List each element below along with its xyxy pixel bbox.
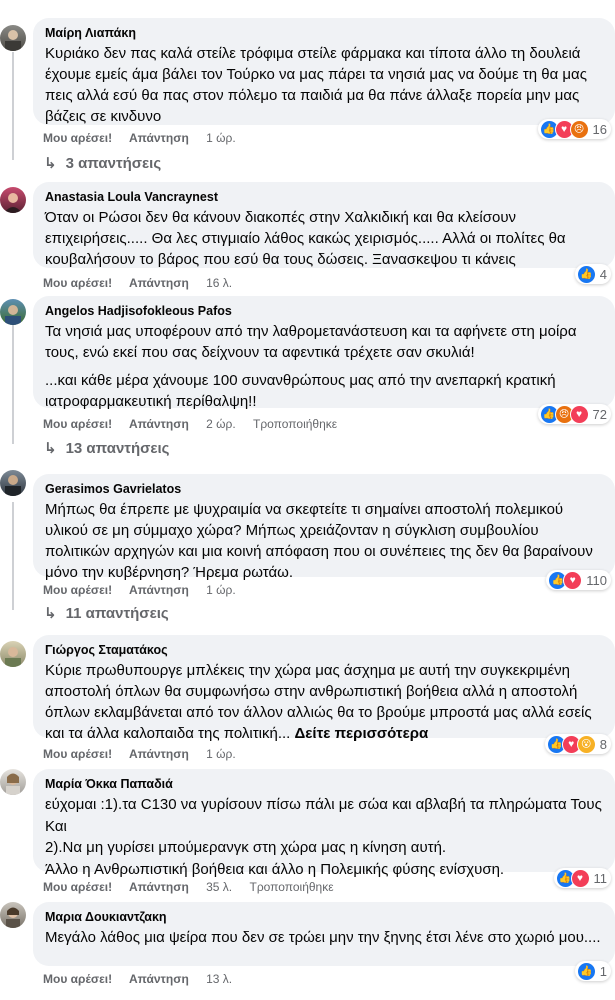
reaction-count: 1: [599, 963, 607, 979]
comment-text: εύχομαι :1).τα C130 να γυρίσουν πίσω πάλ…: [45, 796, 602, 878]
reaction-count: 16: [592, 121, 607, 137]
comment-bubble: Γιώργος Σταματάκος Κύριε πρωθυπουργε μπλ…: [33, 635, 615, 742]
comment-text: Όταν οι Ρώσοι δεν θα κάνουν διακοπές στη…: [45, 209, 566, 268]
replies-label: 3 απαντήσεις: [65, 154, 162, 172]
avatar[interactable]: [0, 769, 26, 795]
reaction-summary[interactable]: 👍 ♥ 😮 8: [544, 734, 611, 754]
reaction-summary[interactable]: 👍 4: [574, 264, 611, 284]
comment-author[interactable]: Μαίρη Λιαπάκη: [45, 25, 603, 41]
comment-actions: Μου αρέσει! Απάντηση 35 λ. Τροποποιήθηκε: [43, 880, 348, 894]
avatar[interactable]: [0, 470, 26, 496]
comment-time[interactable]: 1 ώρ.: [206, 583, 236, 597]
like-button[interactable]: Μου αρέσει!: [43, 972, 112, 986]
reaction-summary[interactable]: 👍 😠 ♥ 72: [537, 404, 611, 424]
like-button[interactable]: Μου αρέσει!: [43, 417, 112, 431]
comment-text: Μεγάλο λάθος μια ψείρα που δεν σε τρώει …: [45, 929, 601, 946]
comment-author[interactable]: Anastasia Loula Vancraynest: [45, 189, 603, 205]
thread-line: [12, 502, 14, 610]
comment-time[interactable]: 2 ώρ.: [206, 417, 236, 431]
reply-button[interactable]: Απάντηση: [129, 131, 189, 145]
reply-arrow-icon: ↳: [44, 605, 57, 622]
reply-arrow-icon: ↳: [44, 155, 57, 172]
comment-text: Κύριε πρωθυπουργε μπλέκεις την χώρα μας …: [45, 660, 603, 744]
comment-author[interactable]: Μαρια Δουκιαντζακη: [45, 909, 603, 925]
reaction-summary[interactable]: 👍 1: [574, 961, 611, 981]
comment-actions: Μου αρέσει! Απάντηση 1 ώρ.: [43, 747, 250, 761]
love-icon: ♥: [563, 570, 583, 590]
avatar[interactable]: [0, 25, 26, 51]
like-button[interactable]: Μου αρέσει!: [43, 583, 112, 597]
comment-bubble: Μαίρη Λιαπάκη Κυριάκο δεν πας καλά στείλ…: [33, 18, 615, 125]
reply-button[interactable]: Απάντηση: [129, 276, 189, 290]
comment-text: Κυριάκο δεν πας καλά στείλε τρόφιμα στεί…: [45, 45, 587, 125]
thread-line: [12, 324, 14, 444]
comment-actions: Μου αρέσει! Απάντηση 2 ώρ. Τροποποιήθηκε: [43, 417, 351, 431]
comment-time[interactable]: 35 λ.: [206, 880, 232, 894]
reply-button[interactable]: Απάντηση: [129, 972, 189, 986]
replies-label: 11 απαντήσεις: [65, 604, 169, 622]
comment-time[interactable]: 16 λ.: [206, 276, 232, 290]
reaction-count: 110: [586, 572, 607, 588]
reply-button[interactable]: Απάντηση: [129, 747, 189, 761]
comment-time[interactable]: 13 λ.: [206, 972, 232, 986]
like-button[interactable]: Μου αρέσει!: [43, 747, 112, 761]
comment-actions: Μου αρέσει! Απάντηση 1 ώρ.: [43, 583, 250, 597]
love-icon: ♥: [570, 868, 590, 888]
see-more-link[interactable]: Δείτε περισσότερα: [295, 725, 429, 742]
avatar[interactable]: [0, 299, 26, 325]
comment-actions: Μου αρέσει! Απάντηση 1 ώρ.: [43, 131, 250, 145]
view-replies-link[interactable]: ↳ 11 απαντήσεις: [44, 604, 169, 623]
comment-author[interactable]: Γιώργος Σταματάκος: [45, 642, 603, 658]
edited-label[interactable]: Τροποποιήθηκε: [253, 417, 337, 431]
reaction-count: 4: [599, 266, 607, 282]
edited-label[interactable]: Τροποποιήθηκε: [249, 880, 333, 894]
angry-icon: 😠: [569, 119, 589, 139]
comment-actions: Μου αρέσει! Απάντηση 13 λ.: [43, 972, 246, 986]
reply-arrow-icon: ↳: [44, 440, 57, 457]
comment-text: Τα νησιά μας υποφέρουν από την λαθρομετα…: [45, 323, 577, 361]
like-button[interactable]: Μου αρέσει!: [43, 131, 112, 145]
thread-line: [12, 52, 14, 160]
comment-actions: Μου αρέσει! Απάντηση 16 λ.: [43, 276, 246, 290]
reply-button[interactable]: Απάντηση: [129, 880, 189, 894]
like-button[interactable]: Μου αρέσει!: [43, 276, 112, 290]
comment-time[interactable]: 1 ώρ.: [206, 747, 236, 761]
avatar[interactable]: [0, 187, 26, 213]
comment-bubble: Μαρια Δουκιαντζακη Μεγάλο λάθος μια ψείρ…: [33, 902, 615, 966]
reaction-summary[interactable]: 👍 ♥ 110: [546, 570, 611, 590]
reply-button[interactable]: Απάντηση: [129, 417, 189, 431]
reaction-summary[interactable]: 👍 ♥ 11: [553, 868, 611, 888]
reaction-count: 8: [599, 736, 607, 752]
like-icon: 👍: [576, 264, 596, 284]
comment-text-paragraph: ...και κάθε μέρα χάνουμε 100 συνανθρώπου…: [45, 372, 556, 410]
avatar[interactable]: [0, 902, 26, 928]
like-button[interactable]: Μου αρέσει!: [43, 880, 112, 894]
reaction-count: 11: [593, 870, 608, 886]
like-icon: 👍: [576, 961, 596, 981]
avatar[interactable]: [0, 641, 26, 667]
comment-bubble: Μαρία Όκκα Παπαδιά εύχομαι :1).τα C130 ν…: [33, 769, 615, 878]
comment-bubble: Gerasimos Gavrielatos Μήπως θα έπρεπε με…: [33, 474, 615, 581]
view-replies-link[interactable]: ↳ 13 απαντήσεις: [44, 439, 170, 458]
comment-author[interactable]: Angelos Hadjisofokleous Pafos: [45, 303, 603, 319]
reaction-count: 72: [592, 406, 607, 422]
comment-bubble: Anastasia Loula Vancraynest Όταν οι Ρώσο…: [33, 182, 615, 268]
comment-author[interactable]: Gerasimos Gavrielatos: [45, 481, 603, 497]
reaction-summary[interactable]: 👍 ♥ 😠 16: [537, 119, 611, 139]
comment-text: Μήπως θα έπρεπε με ψυχραιμία να σκεφτείτ…: [45, 501, 593, 581]
replies-label: 13 απαντήσεις: [65, 439, 170, 457]
reply-button[interactable]: Απάντηση: [129, 583, 189, 597]
love-icon: ♥: [569, 404, 589, 424]
comment-author[interactable]: Μαρία Όκκα Παπαδιά: [45, 776, 603, 792]
comment-bubble: Angelos Hadjisofokleous Pafos Τα νησιά μ…: [33, 296, 615, 410]
view-replies-link[interactable]: ↳ 3 απαντήσεις: [44, 154, 162, 173]
wow-icon: 😮: [576, 734, 596, 754]
comment-time[interactable]: 1 ώρ.: [206, 131, 236, 145]
